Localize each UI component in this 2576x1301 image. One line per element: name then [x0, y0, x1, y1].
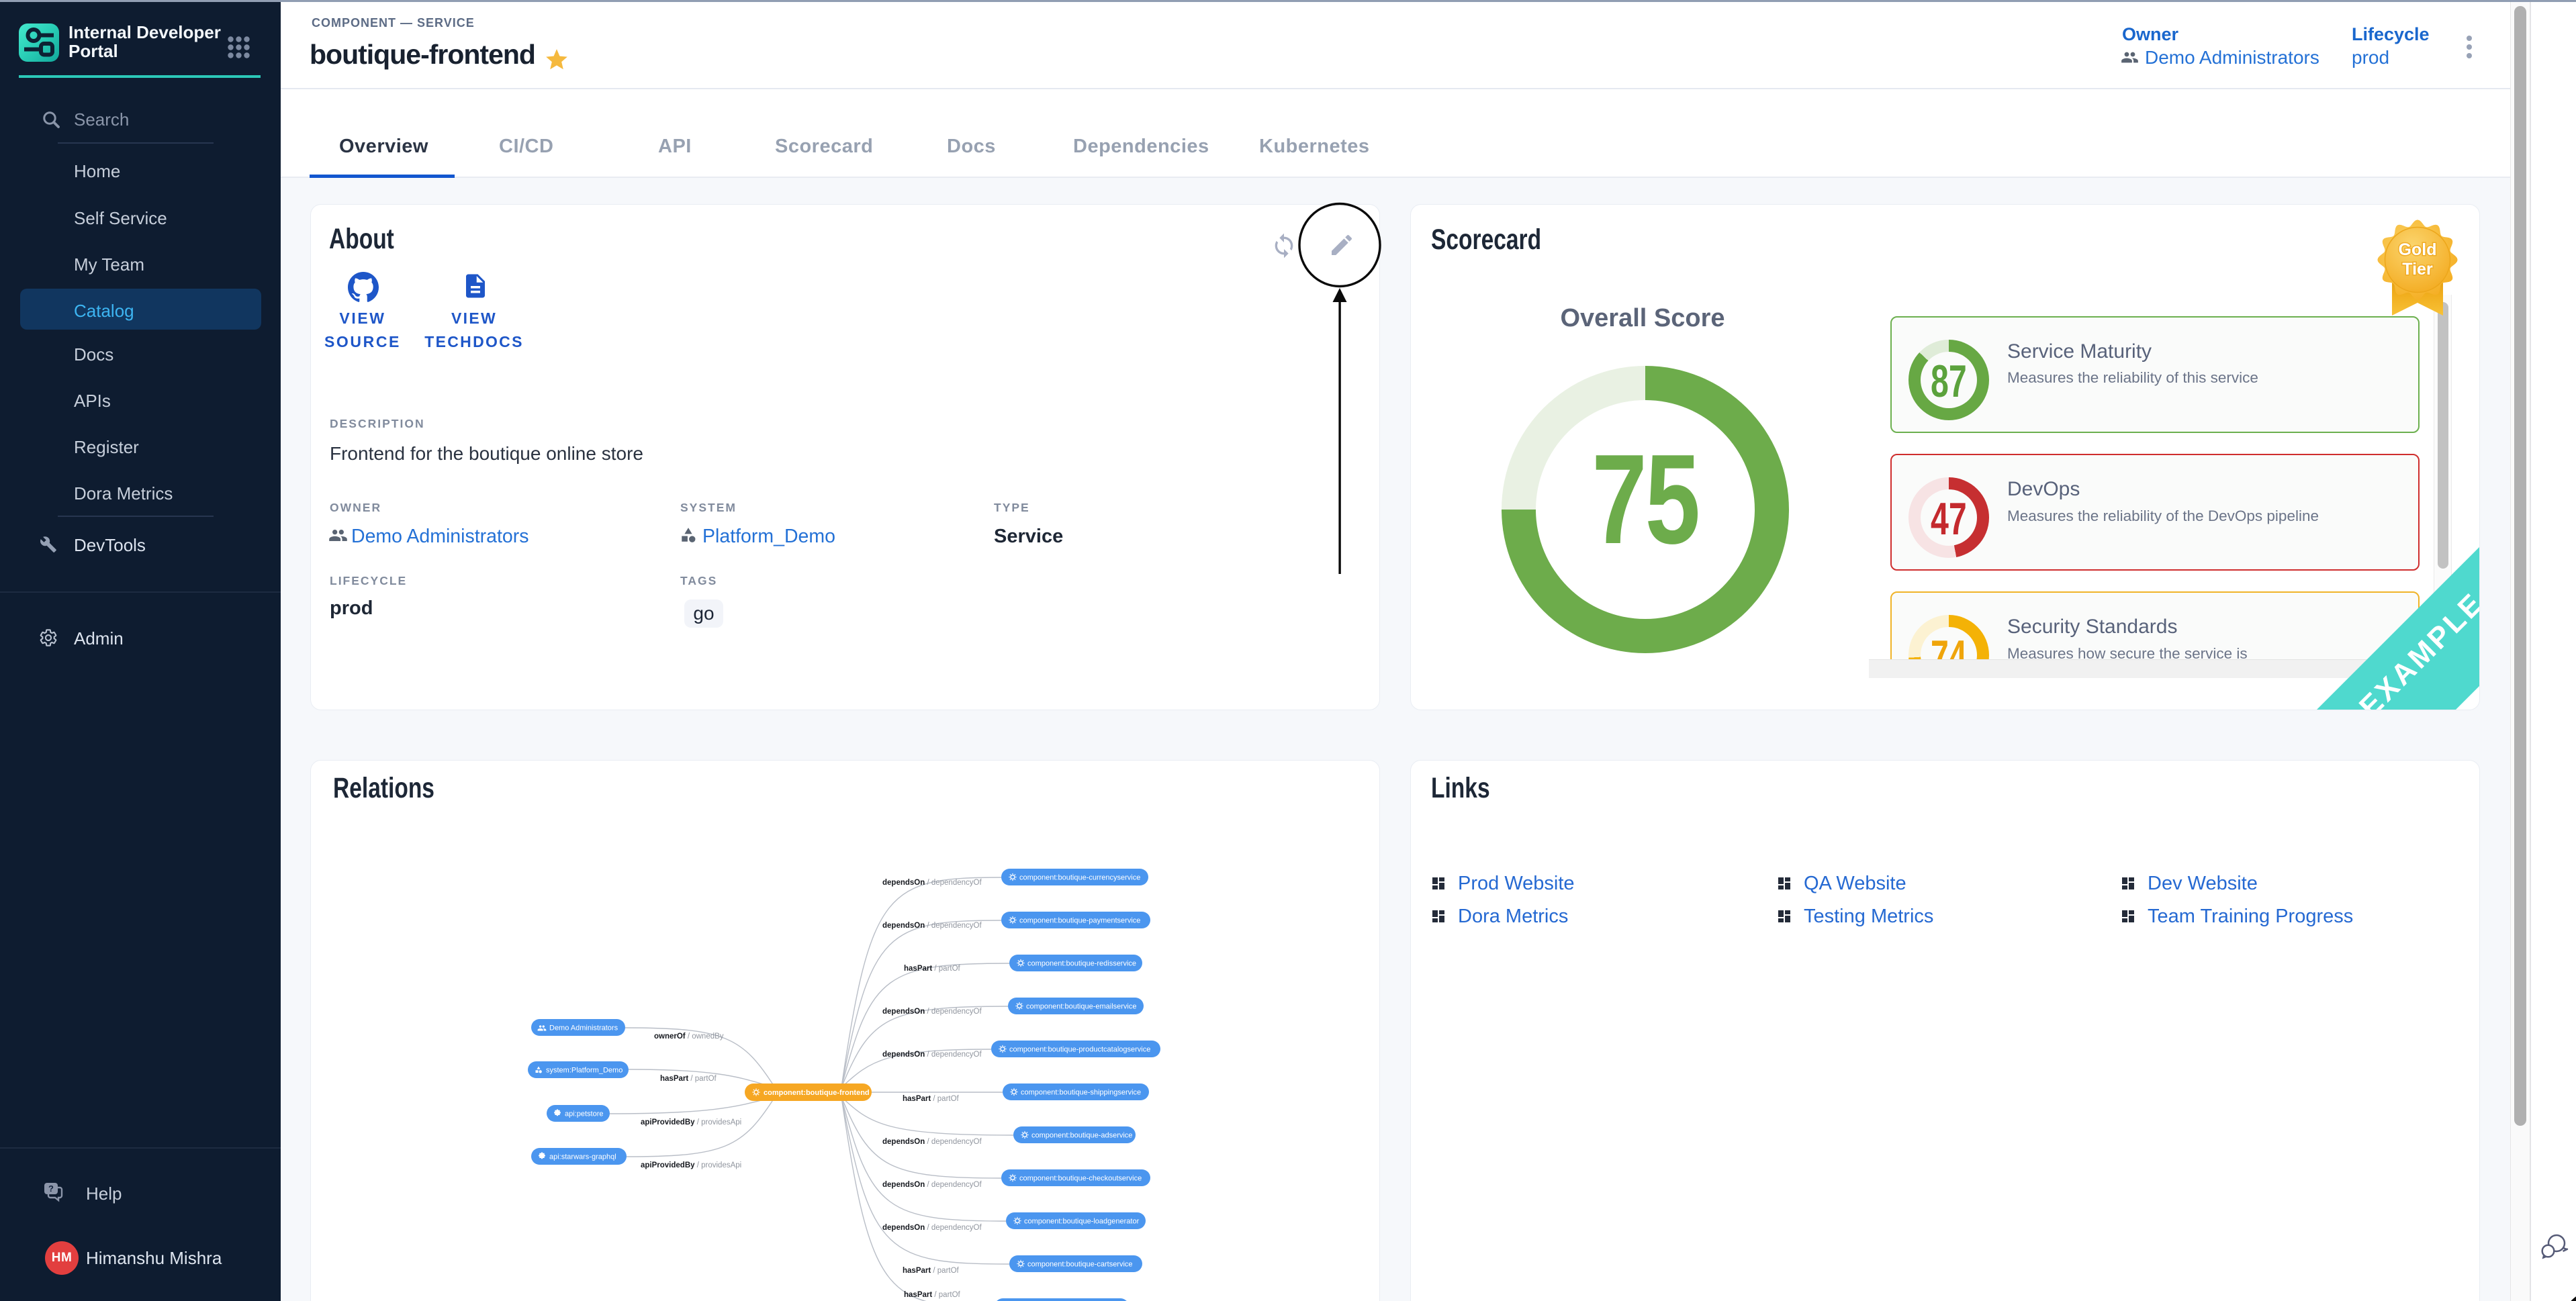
- svg-text:component:boutique-checkoutser: component:boutique-checkoutservice: [1019, 1175, 1142, 1183]
- svg-text:api:petstore: api:petstore: [565, 1110, 603, 1118]
- svg-text:dependsOn / dependencyOf: dependsOn / dependencyOf: [882, 1181, 982, 1189]
- svg-text:component:boutique-redisservic: component:boutique-redisservice: [1027, 960, 1136, 968]
- svg-text:system:Platform_Demo: system:Platform_Demo: [546, 1067, 623, 1075]
- svg-text:ownerOf / ownedBy: ownerOf / ownedBy: [654, 1032, 724, 1041]
- svg-text:apiProvidedBy / providesApi: apiProvidedBy / providesApi: [641, 1118, 741, 1126]
- svg-text:api:starwars-graphql: api:starwars-graphql: [549, 1153, 616, 1161]
- svg-text:dependsOn / dependencyOf: dependsOn / dependencyOf: [882, 1051, 982, 1059]
- svg-text:hasPart / partOf: hasPart / partOf: [904, 1291, 961, 1299]
- svg-text:apiProvidedBy / providesApi: apiProvidedBy / providesApi: [641, 1161, 741, 1169]
- svg-text:hasPart / partOf: hasPart / partOf: [903, 1267, 960, 1275]
- svg-text:component:boutique-adservice: component:boutique-adservice: [1031, 1132, 1132, 1140]
- svg-text:dependsOn / dependencyOf: dependsOn / dependencyOf: [882, 1138, 982, 1146]
- svg-text:component:boutique-cartservice: component:boutique-cartservice: [1027, 1261, 1133, 1269]
- svg-text:component:boutique-loadgenerat: component:boutique-loadgenerator: [1024, 1218, 1140, 1226]
- svg-text:Demo Administrators: Demo Administrators: [549, 1024, 618, 1032]
- svg-text:hasPart / partOf: hasPart / partOf: [660, 1075, 717, 1083]
- svg-text:dependsOn / dependencyOf: dependsOn / dependencyOf: [882, 922, 982, 930]
- svg-text:component:boutique-paymentserv: component:boutique-paymentservice: [1019, 917, 1140, 925]
- svg-text:dependsOn / dependencyOf: dependsOn / dependencyOf: [882, 1008, 982, 1016]
- svg-text:component:boutique-currencyser: component:boutique-currencyservice: [1019, 874, 1140, 882]
- svg-text:hasPart / partOf: hasPart / partOf: [903, 1095, 960, 1103]
- svg-text:component:boutique-productcata: component:boutique-productcatalogservice: [1009, 1046, 1150, 1054]
- svg-text:component:boutique-shippingser: component:boutique-shippingservice: [1021, 1089, 1141, 1097]
- svg-text:component:boutique-emailservic: component:boutique-emailservice: [1026, 1003, 1136, 1011]
- svg-text:hasPart / partOf: hasPart / partOf: [904, 965, 961, 973]
- svg-text:?: ?: [48, 1184, 54, 1194]
- svg-text:component:boutique-frontend: component:boutique-frontend: [764, 1089, 870, 1097]
- svg-text:dependsOn / dependencyOf: dependsOn / dependencyOf: [882, 879, 982, 887]
- svg-text:dependsOn / dependencyOf: dependsOn / dependencyOf: [882, 1224, 982, 1232]
